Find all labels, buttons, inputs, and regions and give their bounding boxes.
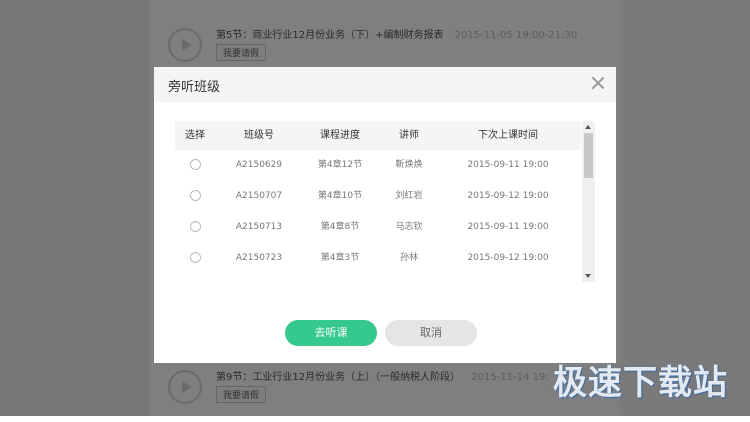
teacher-cell: 靳焕焕: [395, 160, 423, 170]
select-radio[interactable]: [189, 190, 201, 201]
teacher-cell: 刘红岩: [395, 191, 423, 201]
dialog-header: 旁听班级: [154, 67, 616, 102]
audit-class-dialog: 旁听班级 选择 班级号 课程进度 讲师 下次上课时间 A2150629 第4章1…: [154, 67, 616, 363]
column-header-teacher: 讲师: [399, 130, 419, 141]
column-header-progress: 课程进度: [320, 130, 360, 141]
class-no-cell: A2150707: [235, 191, 283, 201]
class-no-cell: A2150713: [235, 222, 283, 232]
class-table: 选择 班级号 课程进度 讲师 下次上课时间 A2150629 第4章12节 靳焕…: [175, 121, 595, 282]
scroll-up-icon[interactable]: [585, 125, 591, 129]
progress-cell: 第4章8节: [320, 222, 360, 232]
table-row[interactable]: A2150707 第4章10节 刘红岩 2015-09-12 19:00: [175, 181, 581, 212]
table-header: 选择 班级号 课程进度 讲师 下次上课时间: [175, 121, 581, 150]
progress-cell: 第4章3节: [320, 253, 360, 263]
cancel-button[interactable]: 取消: [385, 320, 477, 346]
scroll-down-icon[interactable]: [585, 274, 591, 278]
next-time-cell: 2015-09-11 19:00: [467, 160, 549, 170]
dialog-title: 旁听班级: [168, 80, 221, 95]
close-icon[interactable]: [590, 75, 606, 91]
next-time-cell: 2015-09-12 19:00: [467, 191, 549, 201]
column-header-next-time: 下次上课时间: [478, 130, 538, 141]
progress-cell: 第4章10节: [317, 191, 363, 201]
class-no-cell: A2150723: [235, 253, 283, 263]
next-time-cell: 2015-09-11 19:00: [467, 222, 549, 232]
table-row[interactable]: A2150629 第4章12节 靳焕焕 2015-09-11 19:00: [175, 150, 581, 181]
select-radio[interactable]: [189, 159, 201, 170]
column-header-class-no: 班级号: [244, 130, 274, 141]
go-listen-button[interactable]: 去听课: [285, 320, 377, 346]
watermark-logo: 极速下载站: [553, 363, 728, 403]
progress-cell: 第4章12节: [317, 160, 363, 170]
teacher-cell: 马志钦: [395, 222, 423, 232]
table-scrollbar[interactable]: [582, 121, 595, 282]
scroll-thumb[interactable]: [584, 133, 593, 178]
select-radio[interactable]: [189, 252, 201, 263]
class-no-cell: A2150629: [235, 160, 283, 170]
teacher-cell: 孙林: [399, 253, 418, 263]
table-row[interactable]: A2150723 第4章3节 孙林 2015-09-12 19:00: [175, 243, 581, 274]
select-radio[interactable]: [189, 221, 201, 232]
column-header-select: 选择: [185, 130, 205, 141]
next-time-cell: 2015-09-12 19:00: [467, 253, 549, 263]
table-row[interactable]: A2150713 第4章8节 马志钦 2015-09-11 19:00: [175, 212, 581, 243]
